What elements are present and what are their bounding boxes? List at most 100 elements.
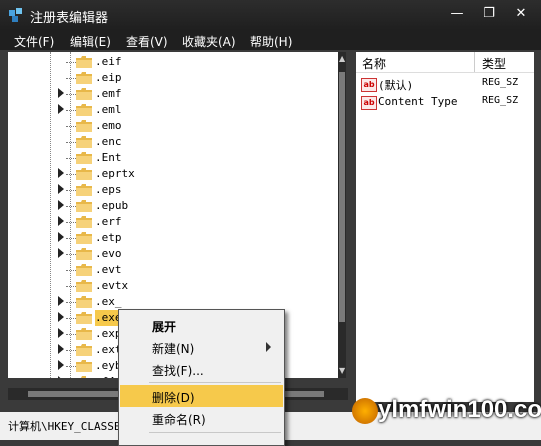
- tree-item[interactable]: .eml: [8, 102, 338, 118]
- tree-item-label: .eif: [95, 55, 122, 68]
- expand-arrow-icon[interactable]: [58, 296, 64, 306]
- tree-connector: [66, 174, 76, 175]
- value-row[interactable]: ab Content Type REG_SZ: [356, 94, 534, 112]
- expand-arrow-icon[interactable]: [58, 216, 64, 226]
- tree-item-label: .Ent: [95, 151, 122, 164]
- maximize-button[interactable]: ❐: [478, 4, 500, 24]
- expand-arrow-icon[interactable]: [58, 168, 64, 178]
- tree-item[interactable]: .evt: [8, 262, 338, 278]
- folder-icon: [76, 264, 92, 276]
- menu-file[interactable]: 文件(F): [14, 33, 54, 50]
- expand-arrow-icon[interactable]: [58, 360, 64, 370]
- folder-icon: [76, 200, 92, 212]
- tree-connector: [66, 302, 76, 303]
- expand-arrow-icon[interactable]: [58, 232, 64, 242]
- tree-item[interactable]: .eps: [8, 182, 338, 198]
- tree-item[interactable]: .evtx: [8, 278, 338, 294]
- tree-item[interactable]: .evo: [8, 246, 338, 262]
- tree-item-label: .evt: [95, 263, 122, 276]
- string-value-icon: ab: [361, 96, 377, 110]
- expand-arrow-icon[interactable]: [58, 376, 64, 378]
- minimize-button[interactable]: —: [446, 4, 468, 24]
- tree-connector: [66, 142, 76, 143]
- context-find[interactable]: 查找(F)...: [120, 358, 283, 380]
- menu-help[interactable]: 帮助(H): [250, 33, 292, 50]
- status-path: 计算机\HKEY_CLASSE: [8, 420, 121, 433]
- menu-edit[interactable]: 编辑(E): [70, 33, 111, 50]
- tree-item[interactable]: .ex_: [8, 294, 338, 310]
- tree-item[interactable]: .erf: [8, 214, 338, 230]
- submenu-arrow-icon: [266, 342, 271, 352]
- folder-icon: [76, 104, 92, 116]
- tree-connector: [66, 110, 76, 111]
- tree-connector: [66, 62, 76, 63]
- menu-item-label: 删除(D): [152, 391, 195, 405]
- context-expand[interactable]: 展开: [120, 314, 283, 336]
- context-new[interactable]: 新建(N): [120, 336, 283, 358]
- expand-arrow-icon[interactable]: [58, 328, 64, 338]
- tree-item-label: .evo: [95, 247, 122, 260]
- tree-item[interactable]: .emo: [8, 118, 338, 134]
- folder-icon: [76, 72, 92, 84]
- menu-divider: [149, 382, 281, 383]
- tree-item-label: .ex_: [95, 295, 122, 308]
- context-rename[interactable]: 重命名(R): [120, 407, 283, 429]
- column-divider[interactable]: [474, 52, 475, 72]
- column-name-header[interactable]: 名称: [362, 55, 386, 72]
- menu-favorites[interactable]: 收藏夹(A): [182, 33, 236, 50]
- scroll-down-icon[interactable]: ▼: [339, 366, 345, 375]
- folder-icon: [76, 360, 92, 372]
- tree-item[interactable]: .Ent: [8, 150, 338, 166]
- scroll-thumb[interactable]: [339, 72, 345, 322]
- tree-connector: [66, 78, 76, 79]
- tree-item[interactable]: .eip: [8, 70, 338, 86]
- folder-icon: [76, 376, 92, 378]
- column-type-header[interactable]: 类型: [482, 55, 506, 72]
- regedit-icon: [9, 8, 22, 22]
- scroll-up-icon[interactable]: ▲: [339, 54, 345, 63]
- tree-item[interactable]: .enc: [8, 134, 338, 150]
- tree-connector: [66, 350, 76, 351]
- tree-connector: [66, 270, 76, 271]
- expand-arrow-icon[interactable]: [58, 104, 64, 114]
- folder-icon: [76, 312, 92, 324]
- folder-icon: [76, 120, 92, 132]
- folder-icon: [76, 248, 92, 260]
- site-watermark: ylmfwin100.com: [350, 392, 541, 432]
- values-pane[interactable]: 名称 类型 ab (默认) REG_SZ ab Content Type REG…: [356, 52, 534, 402]
- folder-icon: [76, 56, 92, 68]
- tree-connector: [66, 286, 76, 287]
- folder-icon: [76, 184, 92, 196]
- value-name: (默认): [378, 79, 414, 92]
- title-bar: 注册表编辑器 — ❐ ✕: [0, 0, 541, 30]
- expand-arrow-icon[interactable]: [58, 184, 64, 194]
- tree-connector: [66, 94, 76, 95]
- close-button[interactable]: ✕: [510, 4, 532, 24]
- expand-arrow-icon[interactable]: [58, 248, 64, 258]
- expand-arrow-icon[interactable]: [58, 200, 64, 210]
- tree-connector: [66, 238, 76, 239]
- tree-item[interactable]: .eprtx: [8, 166, 338, 182]
- folder-icon: [76, 344, 92, 356]
- expand-arrow-icon[interactable]: [58, 312, 64, 322]
- menu-view[interactable]: 查看(V): [126, 33, 168, 50]
- tree-item[interactable]: .emf: [8, 86, 338, 102]
- folder-icon: [76, 232, 92, 244]
- watermark-logo-icon: [352, 398, 378, 424]
- tree-connector: [66, 318, 76, 319]
- menu-item-label: 查找(F)...: [152, 364, 204, 378]
- tree-item[interactable]: .eif: [8, 54, 338, 70]
- value-type: REG_SZ: [482, 95, 519, 106]
- window-title: 注册表编辑器: [30, 11, 109, 26]
- tree-item[interactable]: .etp: [8, 230, 338, 246]
- tree-item[interactable]: .epub: [8, 198, 338, 214]
- menu-bar: 文件(F) 编辑(E) 查看(V) 收藏夹(A) 帮助(H): [0, 30, 541, 50]
- tree-vertical-scrollbar[interactable]: ▲ ▼: [338, 52, 346, 378]
- context-delete[interactable]: 删除(D): [120, 385, 283, 407]
- watermark-text: ylmfwin100.com: [378, 396, 541, 423]
- value-row[interactable]: ab (默认) REG_SZ: [356, 76, 534, 94]
- expand-arrow-icon[interactable]: [58, 88, 64, 98]
- expand-arrow-icon[interactable]: [58, 344, 64, 354]
- folder-icon: [76, 168, 92, 180]
- menu-item-label: 重命名(R): [152, 413, 206, 427]
